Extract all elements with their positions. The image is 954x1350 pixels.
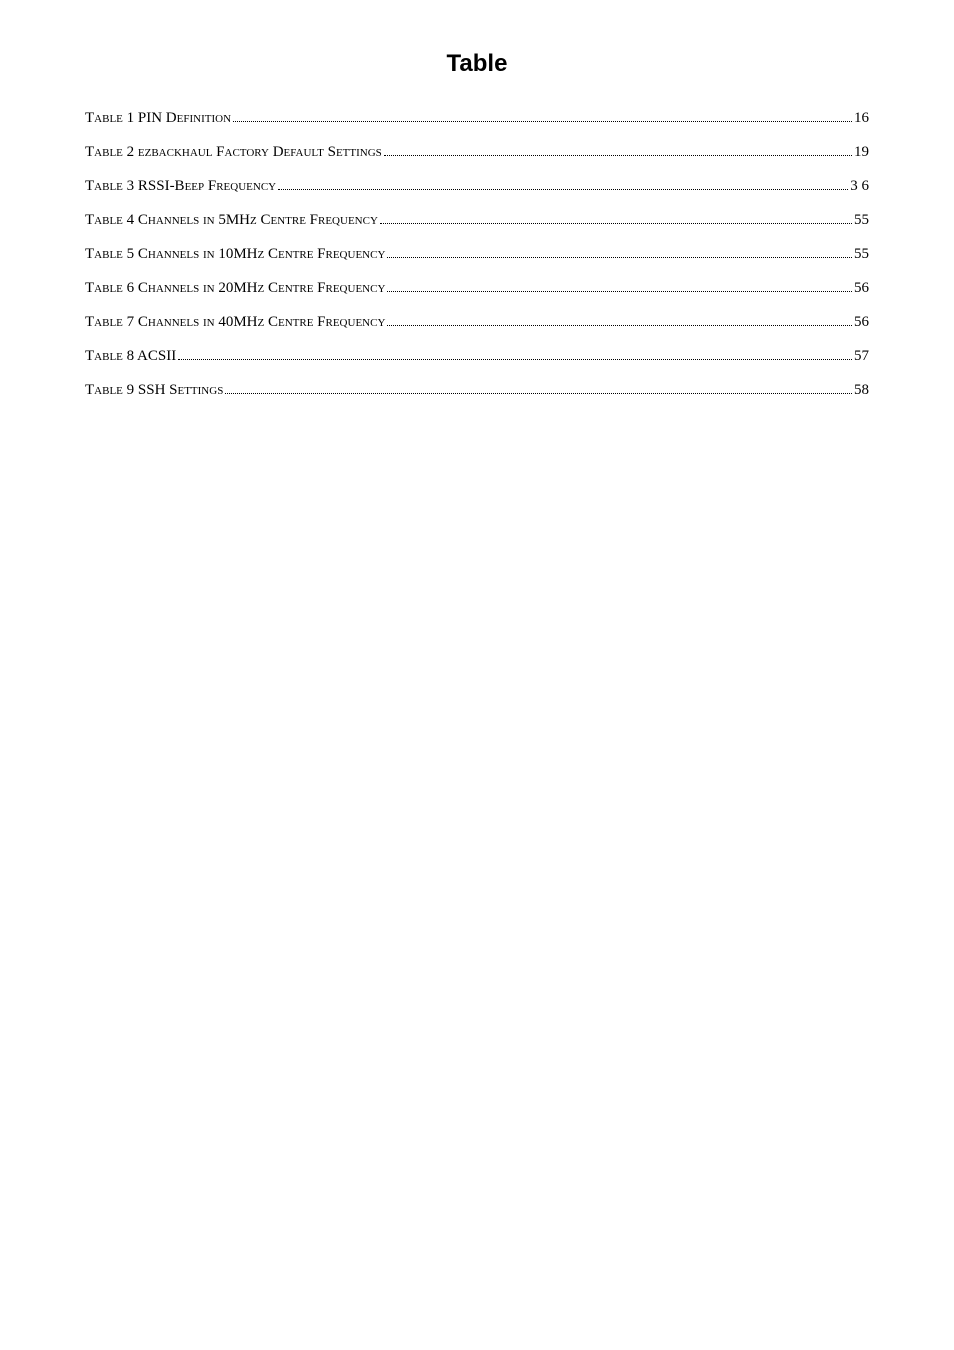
toc-entry[interactable]: Table 1 PIN Definition 16 [85, 110, 869, 127]
toc-entry[interactable]: Table 3 RSSI-Beep Frequency 3 6 [85, 178, 869, 195]
toc-page-number: 16 [854, 110, 869, 127]
toc-label: Table 9 SSH Settings [85, 382, 223, 399]
toc-entry[interactable]: Table 2 ezbackhaul Factory Default Setti… [85, 144, 869, 161]
toc-page-number: 57 [854, 348, 869, 365]
toc-label: Table 3 RSSI-Beep Frequency [85, 178, 276, 195]
toc-label: Table 7 Channels in 40MHz Centre Frequen… [85, 314, 385, 331]
toc-leader-dots [384, 155, 852, 156]
toc-entry[interactable]: Table 8 ACSII 57 [85, 348, 869, 365]
toc-entry[interactable]: Table 9 SSH Settings 58 [85, 382, 869, 399]
toc-leader-dots [225, 393, 852, 394]
toc-page-number: 56 [854, 280, 869, 297]
toc-label: Table 4 Channels in 5MHz Centre Frequenc… [85, 212, 378, 229]
toc-leader-dots [387, 257, 852, 258]
toc-page-number: 56 [854, 314, 869, 331]
toc-label: Table 8 ACSII [85, 348, 176, 365]
toc-leader-dots [233, 121, 852, 122]
toc-entry[interactable]: Table 6 Channels in 20MHz Centre Frequen… [85, 280, 869, 297]
toc-label: Table 5 Channels in 10MHz Centre Frequen… [85, 246, 385, 263]
toc-page-number: 55 [854, 246, 869, 263]
toc-entry[interactable]: Table 4 Channels in 5MHz Centre Frequenc… [85, 212, 869, 229]
table-of-contents: Table 1 PIN Definition 16 Table 2 ezback… [85, 110, 869, 399]
toc-label: Table 1 PIN Definition [85, 110, 231, 127]
toc-leader-dots [387, 325, 852, 326]
toc-leader-dots [387, 291, 852, 292]
toc-entry[interactable]: Table 7 Channels in 40MHz Centre Frequen… [85, 314, 869, 331]
toc-leader-dots [380, 223, 852, 224]
toc-leader-dots [278, 189, 848, 190]
toc-leader-dots [178, 359, 852, 360]
toc-label: Table 2 ezbackhaul Factory Default Setti… [85, 144, 382, 161]
toc-entry[interactable]: Table 5 Channels in 10MHz Centre Frequen… [85, 246, 869, 263]
toc-page-number: 19 [854, 144, 869, 161]
toc-page-number: 58 [854, 382, 869, 399]
toc-page-number: 3 6 [850, 178, 869, 195]
toc-page-number: 55 [854, 212, 869, 229]
page-title: Table [85, 50, 869, 78]
toc-label: Table 6 Channels in 20MHz Centre Frequen… [85, 280, 385, 297]
